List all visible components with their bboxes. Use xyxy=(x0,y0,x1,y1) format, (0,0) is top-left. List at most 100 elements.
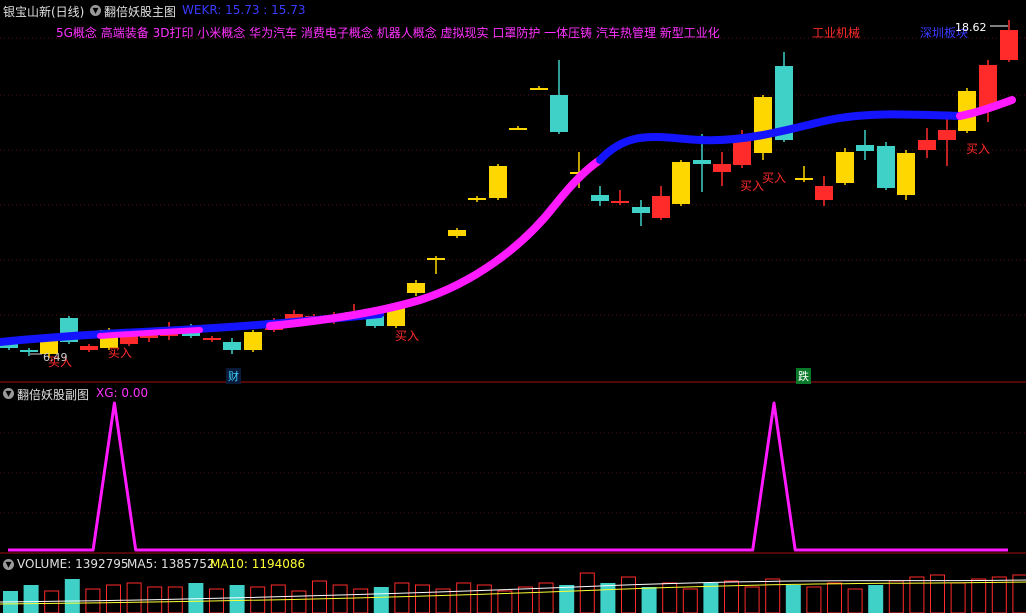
stock-name: 银宝山新(日线) xyxy=(3,5,85,19)
volume-bar xyxy=(353,588,369,613)
volume-bar xyxy=(394,582,410,613)
volume-bar xyxy=(641,587,657,613)
volume-bar xyxy=(518,586,533,613)
volume-bar xyxy=(373,587,389,613)
volume-bar xyxy=(744,586,760,613)
volume-bar xyxy=(167,586,183,613)
volume-bar xyxy=(559,585,575,613)
volume-bar xyxy=(703,583,719,613)
candle-body xyxy=(591,195,609,201)
buy-marker: 买入 xyxy=(966,142,990,156)
candle-body xyxy=(979,65,997,108)
ma5-value: MA5: 1385752 xyxy=(127,557,215,571)
candle-body xyxy=(80,346,98,350)
xg-signal-line xyxy=(8,401,1008,552)
ma10-value: MA10: 1194086 xyxy=(210,557,306,571)
volume-bar xyxy=(847,588,863,613)
candle-body xyxy=(509,128,527,130)
volume-bar xyxy=(64,579,80,613)
candle-body xyxy=(632,207,650,213)
volume-bar xyxy=(476,584,492,613)
volume-bar xyxy=(600,583,616,613)
main-candlestick-chart[interactable]: 买入买入买入买入买入买入 xyxy=(0,0,1026,383)
candle-body xyxy=(448,230,466,236)
volume-bar xyxy=(106,584,121,613)
volume-bar xyxy=(950,582,966,613)
candle-body xyxy=(938,130,956,140)
candle-body xyxy=(693,160,711,164)
volume-bar xyxy=(497,590,513,613)
volume-bar xyxy=(785,585,801,613)
main-chart-pane[interactable]: 买入 买入 买入 买入 买入 买入 银宝山新(日线) ▾ 翻倍妖股主图 WEKR: 15.… xyxy=(0,0,1026,384)
main-indicator-name: 翻倍妖股主图 xyxy=(104,5,177,19)
volume-bar xyxy=(188,583,204,613)
candle-body xyxy=(427,258,445,260)
candle-body xyxy=(877,146,895,188)
industry-label: 工业机械 xyxy=(812,26,861,40)
volume-bar xyxy=(312,580,327,613)
candle-body xyxy=(530,88,548,90)
volume-bar xyxy=(229,585,245,613)
sub-indicator-name: 翻倍妖股副图 xyxy=(17,388,90,402)
volume-bar xyxy=(270,584,286,613)
volume-bar xyxy=(621,576,636,613)
sub-signal-chart[interactable] xyxy=(0,383,1026,554)
volume-bar xyxy=(291,590,307,613)
wekr-value: WEKR: 15.73 : 15.73 xyxy=(182,3,306,17)
volume-pane[interactable]: ▾ VOLUME: 1392795 MA5: 1385752 MA10: 119… xyxy=(0,554,1026,613)
candle-body xyxy=(550,95,568,132)
candle-body xyxy=(223,342,241,350)
volume-bar xyxy=(415,584,430,613)
trend-line-segment xyxy=(266,156,604,330)
xg-value: XG: 0.00 xyxy=(96,386,149,400)
volume-value: VOLUME: 1392795 xyxy=(17,557,129,571)
collapse-arrow-icon[interactable]: ▾ xyxy=(3,387,14,399)
candle-body xyxy=(918,140,936,150)
volume-header: ▾ VOLUME: 1392795 MA5: 1385752 MA10: 119… xyxy=(0,554,1026,576)
candle-body xyxy=(652,196,670,218)
candle-body xyxy=(20,350,38,352)
buy-marker: 买入 xyxy=(395,329,419,343)
buy-marker: 买入 xyxy=(762,171,786,185)
volume-bar xyxy=(1012,574,1026,613)
volume-bar xyxy=(435,588,451,613)
candle-body xyxy=(407,283,425,293)
candle-body xyxy=(1000,30,1018,60)
buy-marker: 买入 xyxy=(740,179,764,193)
main-header: 银宝山新(日线) ▾ 翻倍妖股主图 WEKR: 15.73 : 15.73 xyxy=(0,0,1026,22)
volume-bar xyxy=(126,582,142,613)
candle-body xyxy=(795,178,813,180)
volume-bar xyxy=(765,578,781,613)
candle-body xyxy=(856,145,874,151)
volume-bar xyxy=(332,584,348,613)
candle-body xyxy=(244,332,262,350)
volume-bar xyxy=(579,572,595,613)
candle-body xyxy=(203,338,221,340)
candle-body xyxy=(489,166,507,198)
volume-bar xyxy=(23,585,39,613)
volume-bar xyxy=(456,582,472,613)
volume-bar xyxy=(971,578,987,613)
price-low-label: 6.49 xyxy=(43,351,68,364)
volume-bar xyxy=(44,590,60,613)
candle-body xyxy=(897,153,915,195)
sub-chart-pane[interactable]: ▾ 翻倍妖股副图 XG: 0.00 xyxy=(0,383,1026,554)
candle-body xyxy=(836,152,854,183)
volume-bar xyxy=(827,582,842,613)
volume-bar xyxy=(682,588,698,613)
candle-body xyxy=(713,164,731,172)
die-badge: 跌 xyxy=(796,368,811,384)
concepts-text: 5G概念 高端装备 3D打印 小米概念 华为汽车 消费电子概念 机器人概念 虚拟… xyxy=(56,26,720,40)
candle-body xyxy=(611,201,629,203)
collapse-arrow-icon[interactable]: ▾ xyxy=(90,4,101,16)
volume-bar xyxy=(806,586,822,613)
cai-badge: 财 xyxy=(226,368,241,384)
collapse-arrow-icon[interactable]: ▾ xyxy=(3,558,14,570)
candle-body xyxy=(468,198,486,200)
volume-bar xyxy=(868,585,884,613)
volume-bar xyxy=(888,580,904,613)
volume-bar xyxy=(909,576,925,613)
sub-header: ▾ 翻倍妖股副图 XG: 0.00 xyxy=(0,383,1026,405)
price-high-label: 18.62 xyxy=(955,21,987,34)
candle-body xyxy=(815,186,833,200)
